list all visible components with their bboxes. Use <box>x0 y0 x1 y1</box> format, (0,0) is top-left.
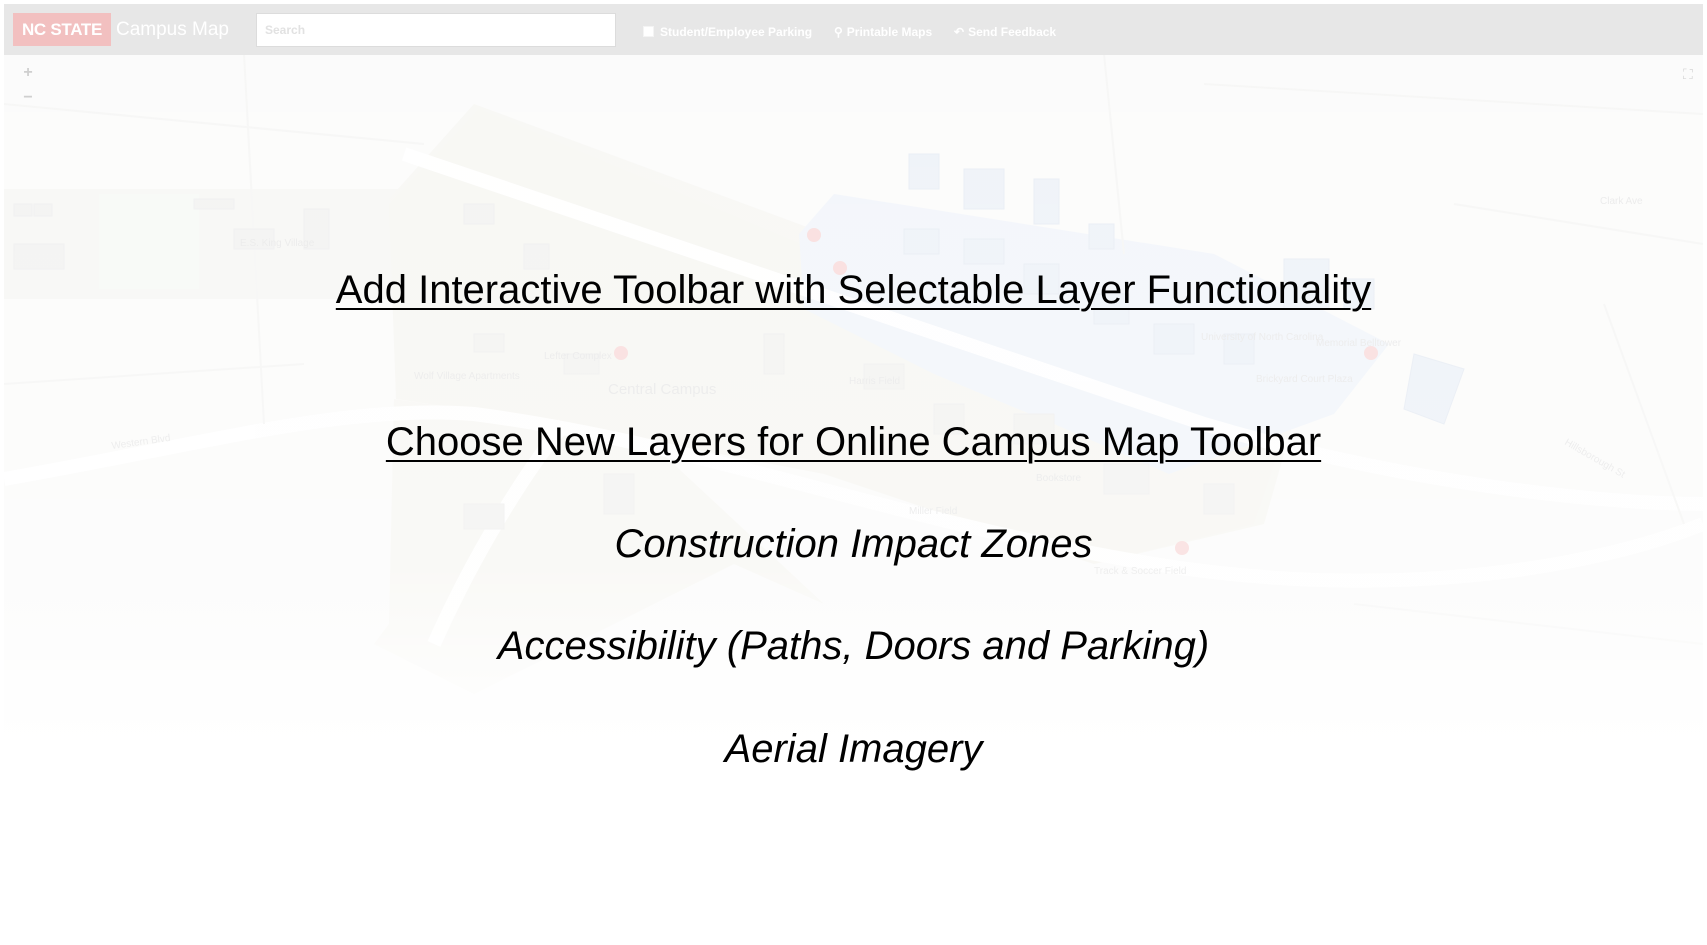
printable-maps-label: Printable Maps <box>846 25 933 39</box>
slide-heading-toolbar: Add Interactive Toolbar with Selectable … <box>335 268 1372 312</box>
screen-frame: E.S. King Village Lefter Complex Wolf Vi… <box>4 4 1703 941</box>
parking-layer-toggle[interactable]: Student/Employee Parking <box>643 25 812 39</box>
send-feedback-link[interactable]: ↶ Send Feedback <box>954 25 1056 39</box>
search-input[interactable] <box>256 13 616 47</box>
zoom-in-button[interactable]: + <box>18 64 38 82</box>
send-feedback-label: Send Feedback <box>968 25 1057 39</box>
map-fade-overlay <box>4 4 1703 941</box>
slide-heading-layers: Choose New Layers for Online Campus Map … <box>385 420 1322 464</box>
slide-item-accessibility: Accessibility (Paths, Doors and Parking) <box>497 624 1210 668</box>
parking-layer-label: Student/Employee Parking <box>660 25 813 39</box>
reply-arrow-icon: ↶ <box>954 25 965 39</box>
checkbox-icon[interactable] <box>643 26 654 37</box>
top-toolbar: NC STATE Campus Map Student/Employee Par… <box>4 4 1703 55</box>
app-title: Campus Map <box>116 19 229 40</box>
slide-item-aerial: Aerial Imagery <box>724 727 983 771</box>
ncstate-logo[interactable]: NC STATE <box>13 13 111 46</box>
printable-maps-link[interactable]: ⚲ Printable Maps <box>834 25 932 39</box>
fullscreen-icon[interactable]: ⛶ <box>1683 66 1697 82</box>
zoom-out-button[interactable]: − <box>18 89 38 107</box>
map-pin-icon: ⚲ <box>834 25 843 39</box>
slide-item-construction: Construction Impact Zones <box>614 522 1093 566</box>
